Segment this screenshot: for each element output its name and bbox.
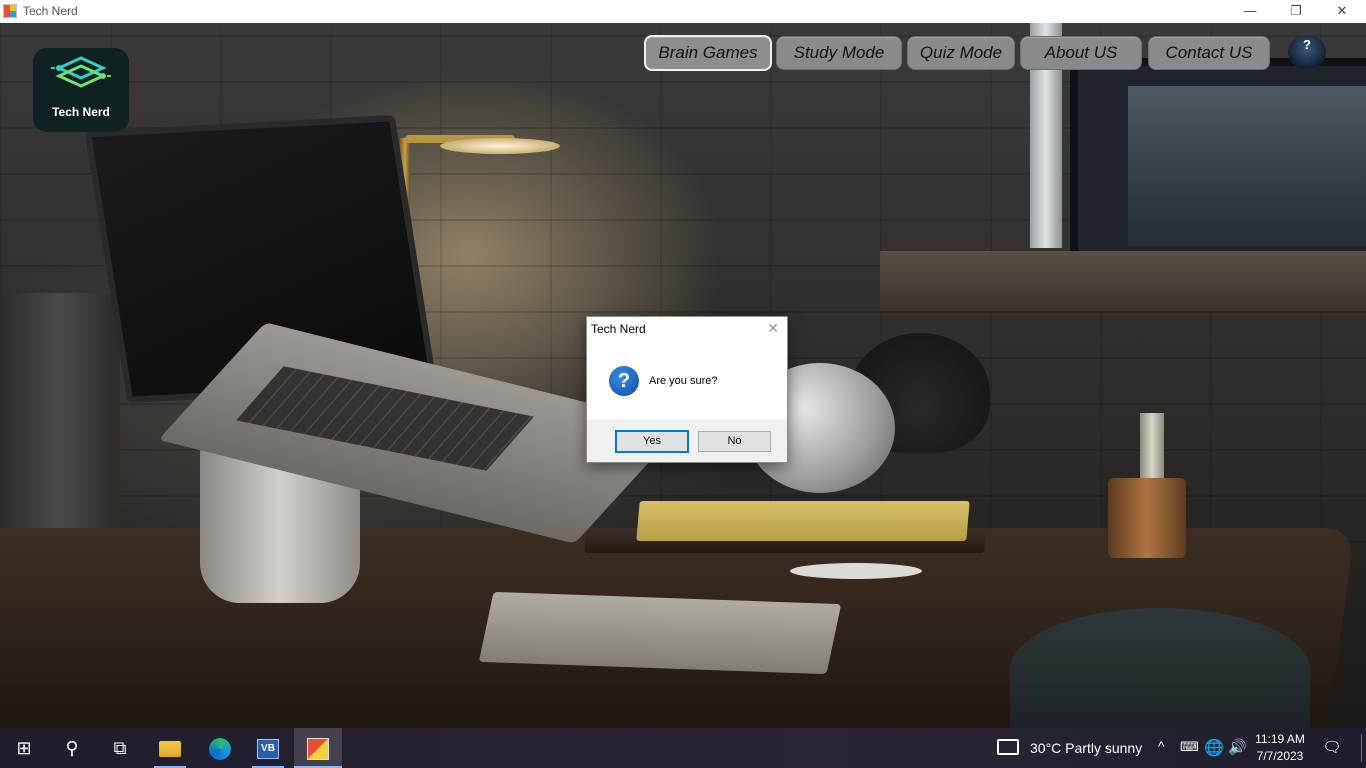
show-hidden-icons-chevron-icon[interactable]: ^ bbox=[1158, 738, 1165, 754]
search-icon[interactable]: ⚲ bbox=[48, 728, 96, 768]
close-button[interactable]: ✕ bbox=[1319, 0, 1365, 23]
chair-image bbox=[1010, 608, 1310, 728]
no-button[interactable]: No bbox=[698, 431, 771, 452]
show-desktop-divider[interactable] bbox=[1361, 734, 1362, 762]
logo-text: Tech Nerd bbox=[52, 105, 110, 119]
nav-brain-games-button[interactable]: Brain Games bbox=[644, 35, 772, 71]
minimize-button[interactable]: — bbox=[1227, 0, 1273, 23]
tech-nerd-app-icon[interactable] bbox=[294, 728, 342, 768]
file-explorer-icon[interactable] bbox=[146, 728, 194, 768]
clock-date: 7/7/2023 bbox=[1256, 749, 1304, 763]
network-globe-icon[interactable]: 🌐 bbox=[1204, 738, 1224, 758]
pencil-cup-image bbox=[1108, 478, 1186, 558]
nav-quiz-mode-button[interactable]: Quiz Mode bbox=[907, 36, 1015, 70]
windows-start-icon[interactable]: ⊞ bbox=[0, 728, 48, 768]
dialog-message: Are you sure? bbox=[649, 375, 718, 387]
yes-button[interactable]: Yes bbox=[615, 430, 689, 453]
dialog-footer: Yes No bbox=[587, 419, 787, 462]
logo-circuit-icon bbox=[51, 56, 111, 88]
window-title-bar: Tech Nerd — ❐ ✕ bbox=[0, 0, 1366, 24]
lamp-head bbox=[440, 138, 560, 154]
task-view-icon[interactable]: ⧉ bbox=[96, 728, 144, 768]
notifications-icon[interactable]: 🗨 bbox=[1322, 738, 1342, 758]
window-title: Tech Nerd bbox=[23, 4, 78, 18]
weather-text[interactable]: 30°C Partly sunny bbox=[1030, 740, 1142, 756]
weather-widget-icon[interactable] bbox=[997, 739, 1019, 755]
vb-label: VB bbox=[257, 739, 279, 760]
window-sill bbox=[880, 251, 1366, 311]
maximize-button[interactable]: ❐ bbox=[1273, 0, 1319, 23]
visual-basic-icon[interactable]: VB bbox=[244, 728, 292, 768]
question-icon: ? bbox=[609, 366, 639, 396]
nav-study-mode-button[interactable]: Study Mode bbox=[776, 36, 902, 70]
pencils-image bbox=[1140, 413, 1164, 483]
book-image bbox=[636, 501, 970, 541]
taskbar: ⊞ ⚲ ⧉ VB 30°C Partly sunny ^ ⌨ 🌐 🔊 11:19… bbox=[0, 728, 1366, 768]
nav-about-us-button[interactable]: About US bbox=[1020, 36, 1142, 70]
edge-icon[interactable] bbox=[196, 728, 244, 768]
clock-time: 11:19 AM bbox=[1255, 732, 1305, 746]
app-logo: Tech Nerd bbox=[33, 48, 129, 132]
dialog-title: Tech Nerd bbox=[591, 322, 646, 336]
input-method-icon[interactable]: ⌨ bbox=[1180, 739, 1199, 755]
dialog-close-icon[interactable]: ✕ bbox=[767, 320, 779, 337]
help-avatar-icon[interactable]: ? bbox=[1288, 35, 1326, 69]
confirm-dialog: Tech Nerd ✕ ? Are you sure? Yes No bbox=[586, 316, 788, 463]
volume-icon[interactable]: 🔊 bbox=[1228, 738, 1247, 756]
notebook-image bbox=[478, 591, 842, 675]
app-icon bbox=[3, 4, 17, 18]
clock[interactable]: 11:19 AM 7/7/2023 bbox=[1250, 731, 1310, 765]
nav-contact-us-button[interactable]: Contact US bbox=[1148, 36, 1270, 70]
coaster-image bbox=[790, 563, 922, 579]
